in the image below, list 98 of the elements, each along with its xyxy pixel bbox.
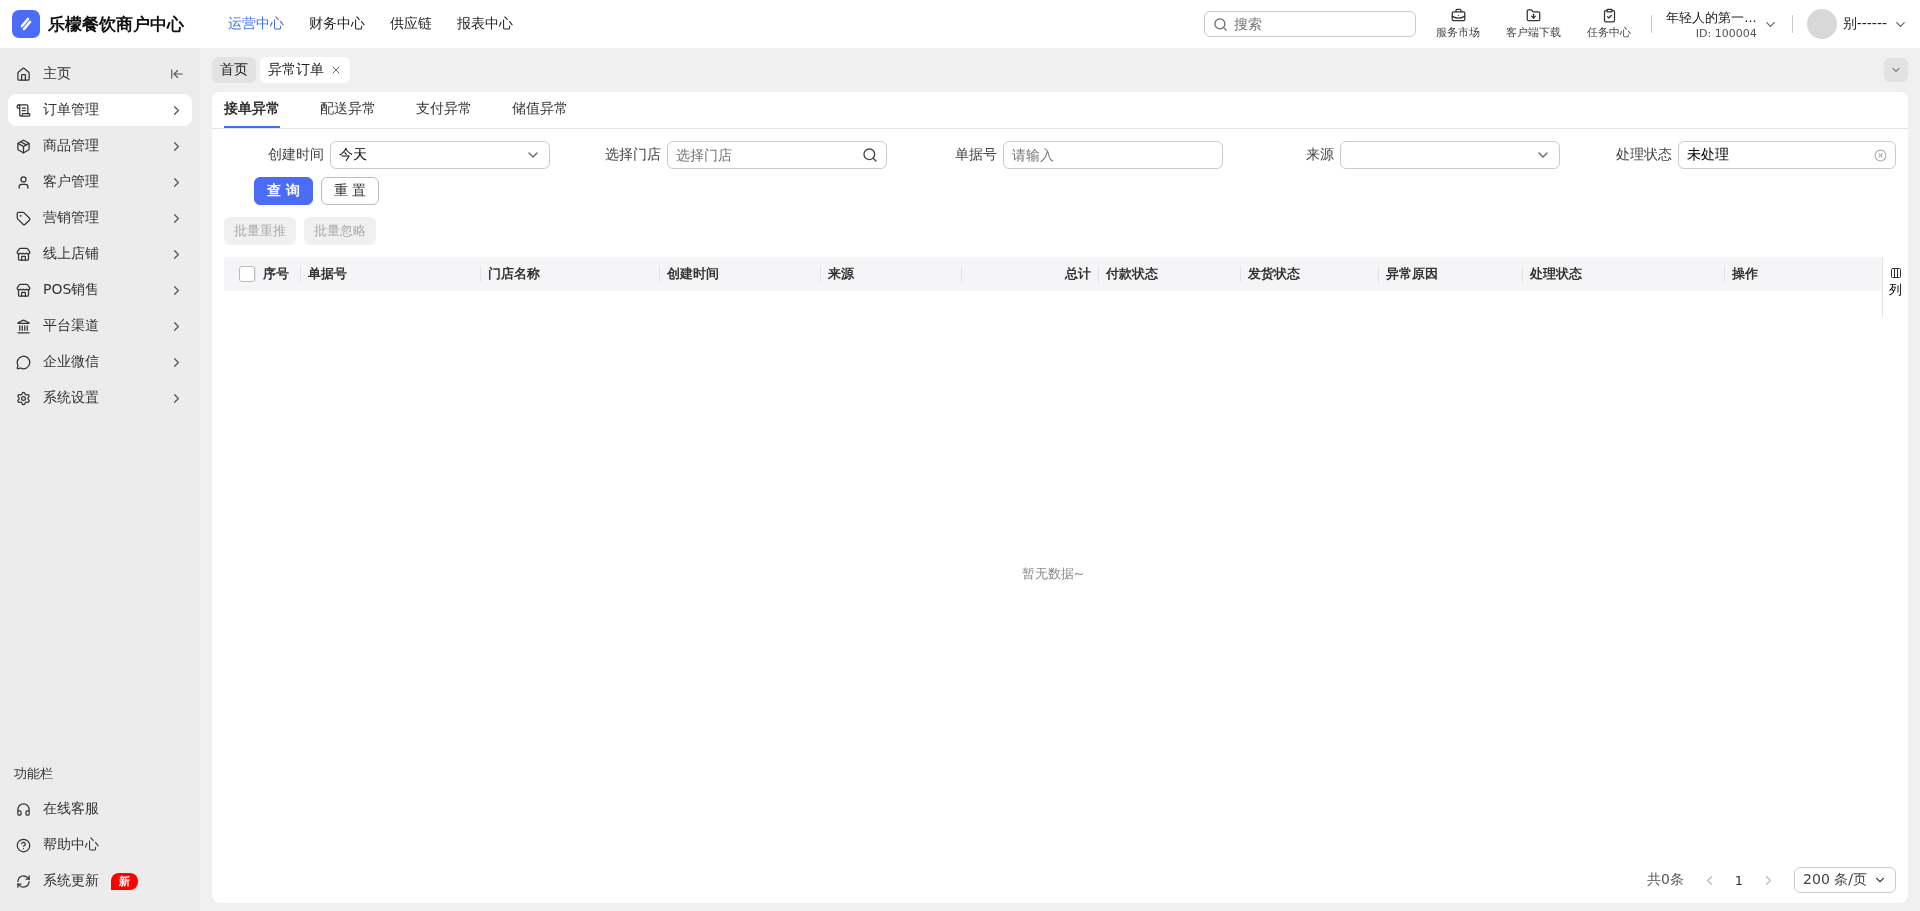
top-nav-item[interactable]: 财务中心 bbox=[309, 15, 365, 33]
home-icon bbox=[16, 66, 31, 82]
select-field[interactable]: 今天 bbox=[330, 141, 551, 169]
total-count: 共0条 bbox=[1646, 871, 1684, 889]
clear-icon[interactable] bbox=[1874, 148, 1887, 162]
chat-icon bbox=[16, 354, 31, 370]
sidebar-item[interactable]: 企业微信 bbox=[8, 346, 192, 378]
sidebar-item[interactable]: 帮助中心 bbox=[8, 829, 192, 861]
sidebar-label: 客户管理 bbox=[43, 173, 100, 191]
sidebar-item[interactable]: 主页 bbox=[8, 58, 192, 90]
user-icon bbox=[16, 174, 31, 190]
column-header: 发货状态 bbox=[1240, 266, 1378, 282]
sidebar-label: 订单管理 bbox=[43, 101, 100, 119]
receipt-icon bbox=[16, 102, 31, 118]
clipboard-check-icon bbox=[1601, 8, 1617, 23]
brand-name: 乐檬餐饮商户中心 bbox=[48, 12, 184, 36]
store-search-field[interactable]: 选择门店 bbox=[666, 141, 887, 169]
sidebar-label: 营销管理 bbox=[43, 209, 100, 227]
page-number[interactable]: 1 bbox=[1734, 872, 1744, 888]
store-icon bbox=[16, 246, 31, 262]
dropdown-button[interactable] bbox=[1884, 58, 1908, 82]
filter-label: 创建时间 bbox=[268, 146, 325, 164]
folder-download-icon bbox=[1526, 8, 1542, 23]
tab[interactable]: 储值异常 bbox=[512, 92, 568, 128]
reset-button[interactable]: 重 置 bbox=[320, 177, 380, 205]
tab[interactable]: 接单异常 bbox=[224, 92, 280, 128]
collapse-icon[interactable] bbox=[170, 67, 184, 81]
bank-icon bbox=[16, 318, 31, 334]
sidebar-label: 帮助中心 bbox=[43, 836, 99, 854]
column-header: 创建时间 bbox=[659, 266, 820, 282]
settings-icon bbox=[16, 390, 31, 406]
column-header: 门店名称 bbox=[480, 266, 659, 282]
search-field[interactable]: 搜索 bbox=[1204, 11, 1417, 37]
shortcut-button[interactable]: 服务市场 bbox=[1430, 7, 1487, 41]
sidebar-label: 系统设置 bbox=[43, 389, 100, 407]
org-id: ID: 100004 bbox=[1695, 26, 1757, 40]
tab[interactable]: 配送异常 bbox=[320, 92, 376, 128]
sidebar-label: 企业微信 bbox=[43, 353, 100, 371]
sidebar-item[interactable]: 在线客服 bbox=[8, 793, 192, 825]
sidebar-item[interactable]: 平台渠道 bbox=[8, 310, 192, 342]
select-field[interactable] bbox=[1339, 141, 1560, 169]
section-title: 功能栏 bbox=[14, 765, 54, 783]
sidebar-item[interactable]: 系统更新 新 bbox=[8, 865, 192, 897]
filter-label: 处理状态 bbox=[1616, 146, 1672, 164]
shortcut-button[interactable]: 任务中心 bbox=[1581, 7, 1638, 41]
top-nav-item[interactable]: 供应链 bbox=[390, 15, 432, 33]
column-header: 异常原因 bbox=[1378, 266, 1522, 282]
columns-icon bbox=[1889, 267, 1902, 279]
filter-label: 选择门店 bbox=[604, 146, 661, 164]
sidebar-item[interactable]: 线上店铺 bbox=[8, 238, 192, 270]
org-name: 年轻人的第一... bbox=[1666, 8, 1757, 27]
tag-icon bbox=[16, 210, 31, 226]
avatar[interactable] bbox=[1806, 9, 1837, 39]
column-header: 来源 bbox=[820, 266, 961, 282]
sidebar-label: POS销售 bbox=[43, 281, 101, 299]
new-badge: 新 bbox=[111, 872, 138, 890]
help-icon bbox=[16, 837, 31, 853]
logo-icon bbox=[12, 10, 40, 38]
shortcut-button[interactable]: 客户端下载 bbox=[1500, 7, 1568, 41]
headset-icon bbox=[16, 801, 31, 817]
briefcase-icon bbox=[1450, 8, 1466, 23]
search-icon bbox=[1213, 16, 1229, 32]
page-size-select[interactable]: 200 条/页 bbox=[1794, 867, 1896, 893]
sidebar-item[interactable]: 营销管理 bbox=[8, 202, 192, 234]
page-tab[interactable]: 首页 bbox=[212, 57, 256, 83]
column-header: 处理状态 bbox=[1522, 266, 1660, 282]
input-field[interactable]: 请输入 bbox=[1003, 141, 1224, 169]
column-header: 序号 bbox=[255, 266, 300, 282]
sidebar-item[interactable]: 客户管理 bbox=[8, 166, 192, 198]
column-header: 付款状态 bbox=[1098, 266, 1240, 282]
sidebar-label: 主页 bbox=[43, 65, 72, 83]
package-icon bbox=[16, 138, 31, 154]
user-name: 别------ bbox=[1842, 15, 1887, 33]
tab[interactable]: 支付异常 bbox=[416, 92, 472, 128]
top-nav-item[interactable]: 报表中心 bbox=[457, 15, 513, 33]
top-nav-item[interactable]: 运营中心 bbox=[228, 15, 284, 33]
sidebar-label: 线上店铺 bbox=[43, 245, 100, 263]
filter-label: 单据号 bbox=[955, 146, 998, 164]
sidebar-label: 平台渠道 bbox=[43, 317, 100, 335]
sidebar-item[interactable]: POS销售 bbox=[8, 274, 192, 306]
query-button[interactable]: 查 询 bbox=[254, 177, 313, 205]
sidebar-label: 在线客服 bbox=[43, 800, 99, 818]
filter-label: 来源 bbox=[1305, 146, 1334, 164]
search-icon bbox=[861, 147, 878, 163]
sidebar-item[interactable]: 系统设置 bbox=[8, 382, 192, 414]
column-header: 总计 bbox=[961, 266, 1098, 282]
column-header: 单据号 bbox=[300, 266, 480, 282]
page-tab[interactable]: 异常订单 bbox=[260, 57, 350, 83]
checkbox[interactable] bbox=[239, 266, 255, 282]
sidebar-label: 系统更新 bbox=[43, 872, 99, 890]
store-icon bbox=[16, 282, 31, 298]
close-icon[interactable] bbox=[330, 64, 342, 76]
empty-message: 暂无数据~ bbox=[1021, 565, 1085, 583]
select-field[interactable]: 未处理 bbox=[1678, 141, 1896, 169]
sidebar-item[interactable]: 商品管理 bbox=[8, 130, 192, 162]
sidebar-label: 商品管理 bbox=[43, 137, 100, 155]
refresh-icon bbox=[16, 873, 31, 889]
sidebar-item[interactable]: 订单管理 bbox=[8, 94, 192, 126]
